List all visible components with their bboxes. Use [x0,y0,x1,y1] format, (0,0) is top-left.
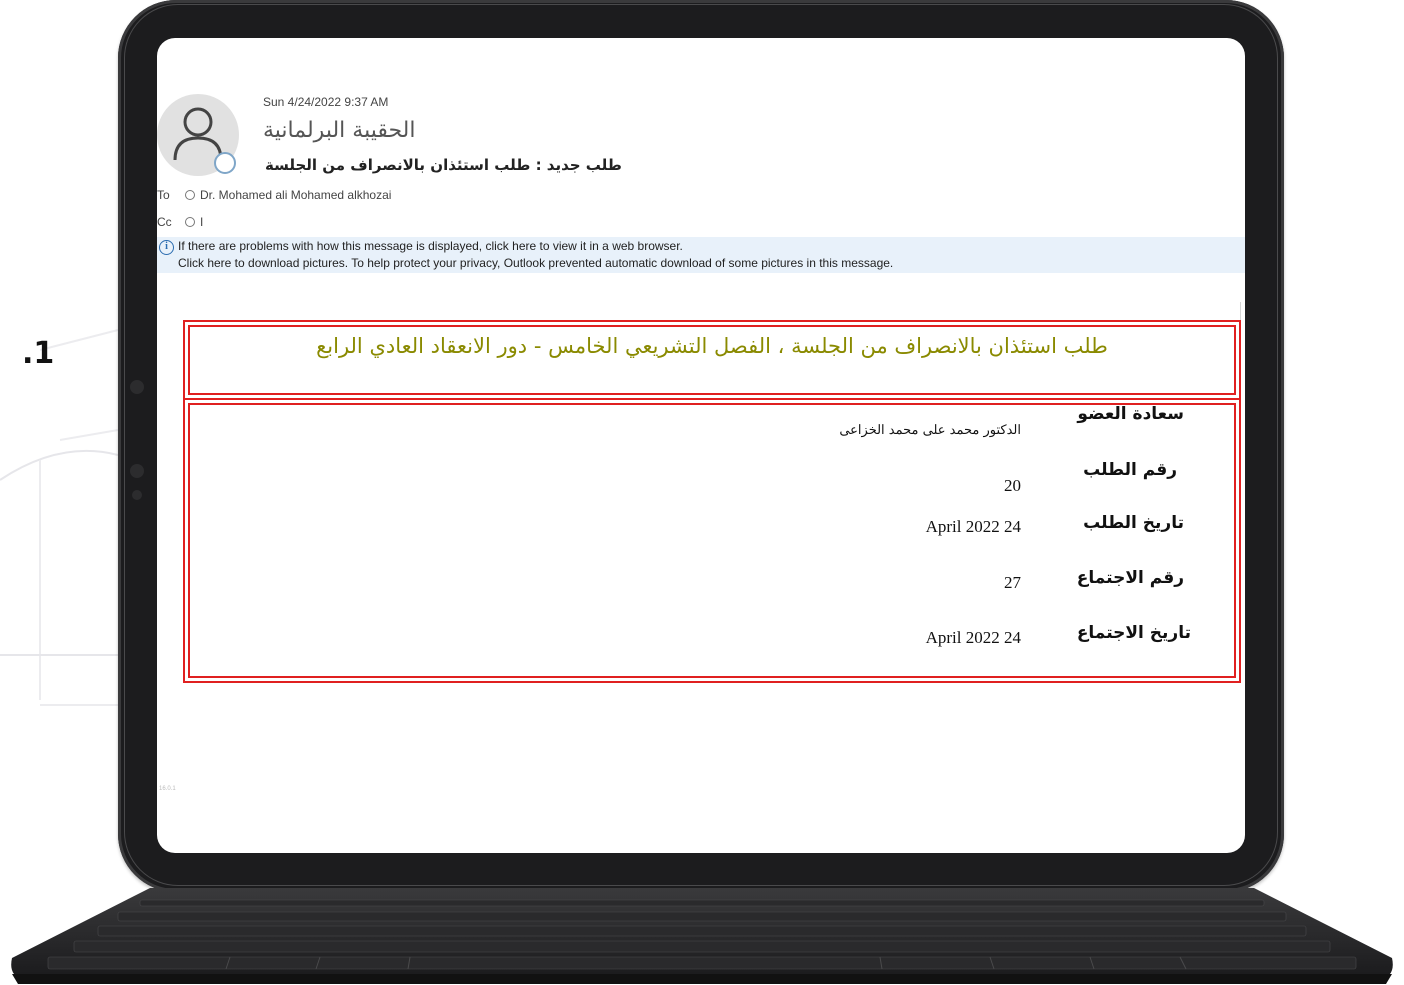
version-mark: 16.0.1 [159,786,176,792]
cc-row: Cc I [157,215,203,229]
to-row: To Dr. Mohamed ali Mohamed alkhozai [157,188,391,202]
meeting-date-label: تاريخ الاجتماع [1076,623,1191,643]
request-number-value: 20 [1004,476,1021,495]
request-title-box: طلب استئذان بالانصراف من الجلسة ، الفصل … [183,320,1241,400]
meeting-number-value: 27 [1004,573,1021,592]
meeting-date-value: April 2022 24 [925,628,1021,647]
request-number-label: رقم الطلب [1083,460,1177,480]
recipient-presence-icon [185,217,195,227]
step-number: .1 [22,336,55,371]
presence-status-icon [214,152,236,174]
download-pictures-link[interactable]: Click here to download pictures. To help… [178,256,893,270]
sender-name[interactable]: الحقيبة البرلمانية [263,118,416,143]
keyboard [11,888,1393,984]
to-recipient[interactable]: Dr. Mohamed ali Mohamed alkhozai [200,188,391,202]
to-label: To [157,188,170,202]
request-details-box: سعادة العضو الدكتور محمد على محمد الخزاع… [183,398,1241,683]
member-value: الدكتور محمد على محمد الخزاعى [839,423,1021,438]
meeting-number-label: رقم الاجتماع [1076,568,1184,588]
view-in-browser-link[interactable]: If there are problems with how this mess… [178,239,683,253]
info-bar[interactable]: i If there are problems with how this me… [157,237,1245,273]
person-icon [173,107,223,161]
recipient-presence-icon [185,190,195,200]
request-title: طلب استئذان بالانصراف من الجلسة ، الفصل … [316,334,1108,358]
email-screen: Sun 4/24/2022 9:37 AM الحقيبة البرلمانية… [157,38,1245,853]
request-date-value: April 2022 24 [925,517,1021,536]
cc-label: Cc [157,215,172,229]
request-date-label: تاريخ الطلب [1083,513,1184,533]
member-label: سعادة العضو [1077,404,1184,424]
cc-recipient[interactable]: I [200,215,203,229]
email-subject: طلب جديد : طلب استئذان بالانصراف من الجل… [265,156,622,174]
tablet-sensors [128,380,148,510]
sent-datetime: Sun 4/24/2022 9:37 AM [263,95,389,109]
info-icon: i [159,240,174,255]
